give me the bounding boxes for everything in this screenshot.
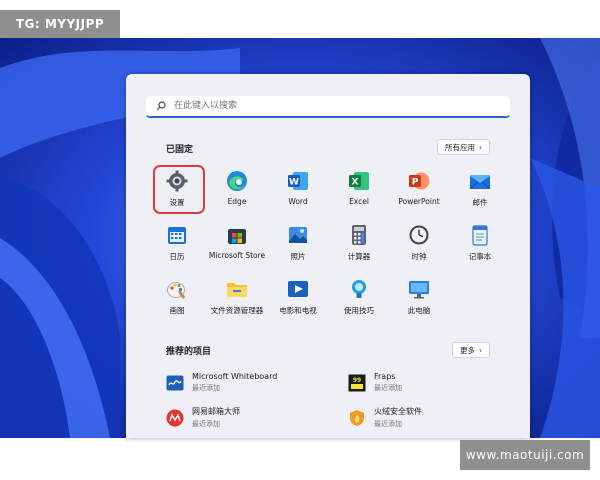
pinned-app-settings[interactable]: 设置 [147, 164, 207, 220]
search-input[interactable] [172, 100, 476, 112]
clock-icon [409, 225, 429, 245]
fraps-icon: 99 [348, 374, 366, 391]
notepad-icon [472, 225, 488, 246]
more-label: 更多 [460, 345, 475, 355]
recommended-item-subtitle: 最近添加 [374, 420, 402, 428]
recommended-item-subtitle: 最近添加 [374, 384, 402, 392]
app-label: Excel [349, 197, 369, 206]
recommended-text: 火绒安全软件 最近添加 [374, 406, 422, 429]
edge-icon [227, 171, 247, 191]
recommended-item-title: 火绒安全软件 [374, 407, 422, 416]
powerpoint-icon: P [409, 172, 430, 190]
chevron-right-icon: › [479, 345, 482, 355]
pinned-title: 已固定 [166, 145, 194, 155]
app-label: 画图 [169, 306, 185, 315]
pinned-app-excel[interactable]: X Excel [329, 164, 389, 220]
pinned-app-clock[interactable]: 时钟 [389, 218, 449, 274]
pinned-app-mail[interactable]: 邮件 [450, 164, 510, 220]
app-label: 时钟 [411, 252, 427, 261]
app-label: 使用技巧 [344, 306, 374, 315]
watermark-text: TG: MYYJJPP [15, 17, 105, 31]
app-label: 邮件 [472, 198, 488, 207]
all-apps-button[interactable]: 所有应用 › [437, 139, 490, 155]
pinned-app-movies-tv[interactable]: 电影和电视 [268, 272, 328, 328]
app-label: Microsoft Store [208, 251, 266, 260]
netease-mail-icon [166, 409, 184, 426]
search-box[interactable] [146, 96, 510, 118]
recommended-item-whiteboard[interactable]: Microsoft Whiteboard 最近添加 [166, 372, 277, 393]
svg-text:99: 99 [353, 377, 361, 384]
app-label: 照片 [290, 252, 306, 261]
pinned-app-calculator[interactable]: 计算器 [329, 218, 389, 274]
recommended-text: Microsoft Whiteboard 最近添加 [192, 372, 277, 393]
svg-text:W: W [289, 178, 299, 188]
recommended-text: 网易邮箱大师 最近添加 [192, 406, 240, 429]
folder-icon [227, 283, 247, 297]
app-label: 此电脑 [407, 306, 431, 315]
excel-icon: X [349, 172, 369, 190]
app-label: 电影和电视 [279, 306, 317, 315]
recommended-text: Fraps 最近添加 [374, 372, 402, 393]
huorong-icon [350, 409, 364, 426]
computer-icon [409, 281, 429, 299]
app-label: 计算器 [347, 252, 371, 261]
recommended-item-netease-mail[interactable]: 网易邮箱大师 最近添加 [166, 406, 240, 429]
watermark-text: www.maotuiji.com [465, 448, 585, 462]
pinned-app-edge[interactable]: Edge [207, 164, 267, 220]
recommended-item-title: Fraps [374, 372, 396, 381]
pinned-app-calendar[interactable]: 日历 [147, 218, 207, 274]
recommended-item-huorong[interactable]: 火绒安全软件 最近添加 [348, 406, 422, 429]
app-label: 设置 [169, 198, 185, 207]
app-label: Word [288, 197, 308, 206]
pinned-app-word[interactable]: W Word [268, 164, 328, 220]
pinned-app-powerpoint[interactable]: P PowerPoint [389, 164, 449, 220]
recommended-item-title: Microsoft Whiteboard [192, 372, 278, 381]
pinned-app-store[interactable]: Microsoft Store [207, 218, 267, 274]
svg-text:X: X [352, 178, 359, 188]
calendar-icon [168, 227, 186, 244]
word-icon: W [288, 172, 308, 190]
search-icon [156, 101, 166, 111]
gear-icon [166, 170, 188, 192]
app-label: PowerPoint [398, 197, 440, 206]
pinned-app-this-pc[interactable]: 此电脑 [389, 272, 449, 328]
recommended-item-subtitle: 最近添加 [192, 384, 220, 392]
recommended-item-subtitle: 最近添加 [192, 420, 220, 428]
paint-icon [167, 282, 185, 299]
recommended-title: 推荐的项目 [166, 347, 212, 357]
svg-text:P: P [412, 178, 419, 188]
photos-icon [289, 227, 307, 243]
store-icon [228, 229, 246, 244]
movies-icon [288, 281, 308, 297]
pinned-app-tips[interactable]: 使用技巧 [329, 272, 389, 328]
start-menu: 已固定 所有应用 › 设置 Edge W Word [126, 74, 530, 438]
chevron-right-icon: › [479, 142, 482, 152]
app-label: Edge [227, 197, 247, 206]
recommended-item-title: 网易邮箱大师 [192, 407, 240, 416]
pinned-app-notepad[interactable]: 记事本 [450, 218, 510, 274]
pinned-app-photos[interactable]: 照片 [268, 218, 328, 274]
pinned-app-file-explorer[interactable]: 文件资源管理器 [207, 272, 267, 328]
more-button[interactable]: 更多 › [452, 342, 490, 358]
all-apps-label: 所有应用 [445, 142, 475, 152]
watermark-top-left: TG: MYYJJPP [0, 10, 120, 38]
calculator-icon [352, 225, 366, 245]
app-label: 记事本 [468, 252, 492, 261]
recommended-item-fraps[interactable]: 99 Fraps 最近添加 [348, 372, 402, 393]
pinned-app-paint[interactable]: 画图 [147, 272, 207, 328]
mail-icon [469, 175, 491, 190]
app-label: 日历 [169, 252, 185, 261]
app-label: 文件资源管理器 [210, 306, 264, 315]
tips-icon [352, 280, 366, 298]
watermark-bottom-right: www.maotuiji.com [460, 440, 590, 470]
whiteboard-icon [166, 375, 184, 390]
